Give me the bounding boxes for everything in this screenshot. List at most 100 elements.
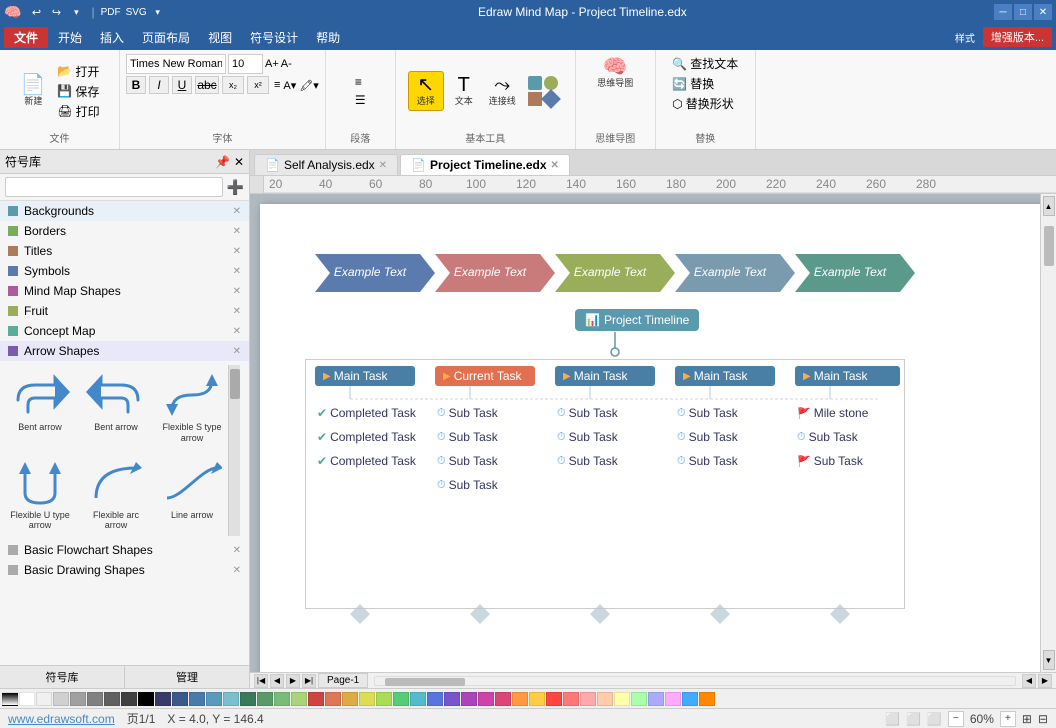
vscroll-thumb[interactable] xyxy=(1044,226,1054,266)
arrow-shapes-category[interactable]: Arrow Shapes ✕ xyxy=(0,341,249,361)
view-icon-3[interactable]: ⬜ xyxy=(927,712,942,726)
align-button[interactable]: ≡ xyxy=(351,74,370,90)
color-skyblue[interactable] xyxy=(682,692,698,706)
symbol-design-menu[interactable]: 符号设计 xyxy=(242,27,306,48)
find-text-button[interactable]: 🔍查找文本 xyxy=(668,54,742,73)
view-menu[interactable]: 视图 xyxy=(200,27,240,48)
new-button[interactable]: 📄 新建 xyxy=(15,72,51,110)
subtask-2-4[interactable]: ⏱ Sub Task xyxy=(435,476,535,494)
color-lightblue[interactable] xyxy=(648,692,664,706)
s-arrow-item[interactable]: Flexible S type arrow xyxy=(156,365,228,449)
tab-self-analysis[interactable]: 📄 Self Analysis.edx ✕ xyxy=(254,154,398,175)
color-yellow3[interactable] xyxy=(529,692,545,706)
color-green1[interactable] xyxy=(240,692,256,706)
insert-menu[interactable]: 插入 xyxy=(92,27,132,48)
nav-next-button[interactable]: ▶ xyxy=(286,674,300,688)
close-lib-button[interactable]: ✕ xyxy=(234,155,244,169)
no-color-swatch[interactable] xyxy=(2,692,18,706)
subtask-1-2[interactable]: ✔ Completed Task xyxy=(315,428,418,446)
color-orange1[interactable] xyxy=(325,692,341,706)
subtask-4-3[interactable]: ⏱ Sub Task xyxy=(675,452,775,470)
text-color-button[interactable]: A▾ xyxy=(283,79,296,92)
arc-arrow-item[interactable]: Flexible arc arrow xyxy=(80,453,152,537)
color-orange4[interactable] xyxy=(699,692,715,706)
color-indigo1[interactable] xyxy=(427,692,443,706)
flowchart-shapes-close-icon[interactable]: ✕ xyxy=(233,545,241,556)
tab-self-analysis-close[interactable]: ✕ xyxy=(379,160,387,171)
color-darkgray[interactable] xyxy=(121,692,137,706)
subtask-3-3[interactable]: ⏱ Sub Task xyxy=(555,452,655,470)
milestone-item[interactable]: 🚩 Mile stone xyxy=(795,404,900,422)
color-yellow2[interactable] xyxy=(376,692,392,706)
backgrounds-category[interactable]: Backgrounds ✕ xyxy=(0,201,249,221)
mindmap-button[interactable]: 🧠 思维导图 xyxy=(592,54,638,92)
tab-project-timeline-close[interactable]: ✕ xyxy=(551,160,559,171)
print-button[interactable]: 🖨打印 xyxy=(53,102,103,121)
symbols-category[interactable]: Symbols ✕ xyxy=(0,261,249,281)
color-lightyellow[interactable] xyxy=(614,692,630,706)
help-menu[interactable]: 帮助 xyxy=(308,27,348,48)
backgrounds-close-icon[interactable]: ✕ xyxy=(233,206,241,217)
maximize-button[interactable]: □ xyxy=(1014,4,1032,20)
flowchart-shapes-category[interactable]: Basic Flowchart Shapes ✕ xyxy=(0,540,249,560)
custom-btn[interactable]: ▾ xyxy=(67,3,85,21)
file-menu[interactable]: 文件 xyxy=(4,27,48,48)
undo-button[interactable]: ↩ xyxy=(27,3,45,21)
subtask-1-3[interactable]: ✔ Completed Task xyxy=(315,452,418,470)
bent-arrow-left-item[interactable]: Bent arrow xyxy=(80,365,152,449)
color-blue2[interactable] xyxy=(189,692,205,706)
subtask-3-1[interactable]: ⏱ Sub Task xyxy=(555,404,655,422)
list-button[interactable]: ☰ xyxy=(351,92,370,108)
subscript-button[interactable]: x₂ xyxy=(222,76,244,94)
italic-button[interactable]: I xyxy=(149,76,169,94)
subtask-5-2[interactable]: ⏱ Sub Task xyxy=(795,428,900,446)
tab-project-timeline[interactable]: 📄 Project Timeline.edx ✕ xyxy=(400,154,570,175)
highlight-button[interactable]: 🖍▾ xyxy=(299,79,319,92)
color-red1[interactable] xyxy=(308,692,324,706)
color-lightpink[interactable] xyxy=(665,692,681,706)
main-task-4[interactable]: ▶ Main Task xyxy=(675,366,775,386)
subtask-4-1[interactable]: ⏱ Sub Task xyxy=(675,404,775,422)
borders-category[interactable]: Borders ✕ xyxy=(0,221,249,241)
subtask-1-1[interactable]: ✔ Completed Task xyxy=(315,404,418,422)
pin-button[interactable]: 📌 xyxy=(215,155,230,169)
vscroll-up-button[interactable]: ▲ xyxy=(1043,196,1055,216)
text-button[interactable]: T 文本 xyxy=(446,72,482,110)
search-shapes-input[interactable] xyxy=(5,177,223,197)
symbols-close-icon[interactable]: ✕ xyxy=(233,266,241,277)
bold-button[interactable]: B xyxy=(126,76,146,94)
color-red3[interactable] xyxy=(563,692,579,706)
concept-map-category[interactable]: Concept Map ✕ xyxy=(0,321,249,341)
connect-button[interactable]: ⤳ 连接线 xyxy=(484,72,521,110)
bent-arrow-right-item[interactable]: Bent arrow xyxy=(4,365,76,449)
fit-page-button[interactable]: ⊞ xyxy=(1022,712,1032,726)
canvas[interactable]: Example Text Example Text xyxy=(250,194,1040,672)
titles-close-icon[interactable]: ✕ xyxy=(233,246,241,257)
borders-close-icon[interactable]: ✕ xyxy=(233,226,241,237)
drawing-shapes-category[interactable]: Basic Drawing Shapes ✕ xyxy=(0,560,249,580)
font-name-input[interactable] xyxy=(126,54,226,74)
close-button[interactable]: ✕ xyxy=(1034,4,1052,20)
color-pink2[interactable] xyxy=(495,692,511,706)
fruit-category[interactable]: Fruit ✕ xyxy=(0,301,249,321)
subtask-2-3[interactable]: ⏱ Sub Task xyxy=(435,452,535,470)
grid-button[interactable]: ⊟ xyxy=(1038,712,1048,726)
vscroll-down-button[interactable]: ▼ xyxy=(1043,650,1055,670)
color-teal1[interactable] xyxy=(393,692,409,706)
view-icon-1[interactable]: ⬜ xyxy=(885,712,900,726)
color-gray2[interactable] xyxy=(70,692,86,706)
color-blue3[interactable] xyxy=(206,692,222,706)
zoom-out-button[interactable]: − xyxy=(948,711,964,727)
color-green3[interactable] xyxy=(274,692,290,706)
main-task-1[interactable]: ▶ Main Task xyxy=(315,366,415,386)
color-gray4[interactable] xyxy=(104,692,120,706)
enhance-button[interactable]: 增强版本... xyxy=(983,27,1052,47)
save-button[interactable]: 💾保存 xyxy=(53,82,103,101)
color-green4[interactable] xyxy=(291,692,307,706)
chevron-2[interactable]: Example Text xyxy=(435,254,555,292)
subtask-3-2[interactable]: ⏱ Sub Task xyxy=(555,428,655,446)
color-green2[interactable] xyxy=(257,692,273,706)
nav-last-button[interactable]: ▶| xyxy=(302,674,316,688)
color-blue4[interactable] xyxy=(223,692,239,706)
titles-category[interactable]: Titles ✕ xyxy=(0,241,249,261)
